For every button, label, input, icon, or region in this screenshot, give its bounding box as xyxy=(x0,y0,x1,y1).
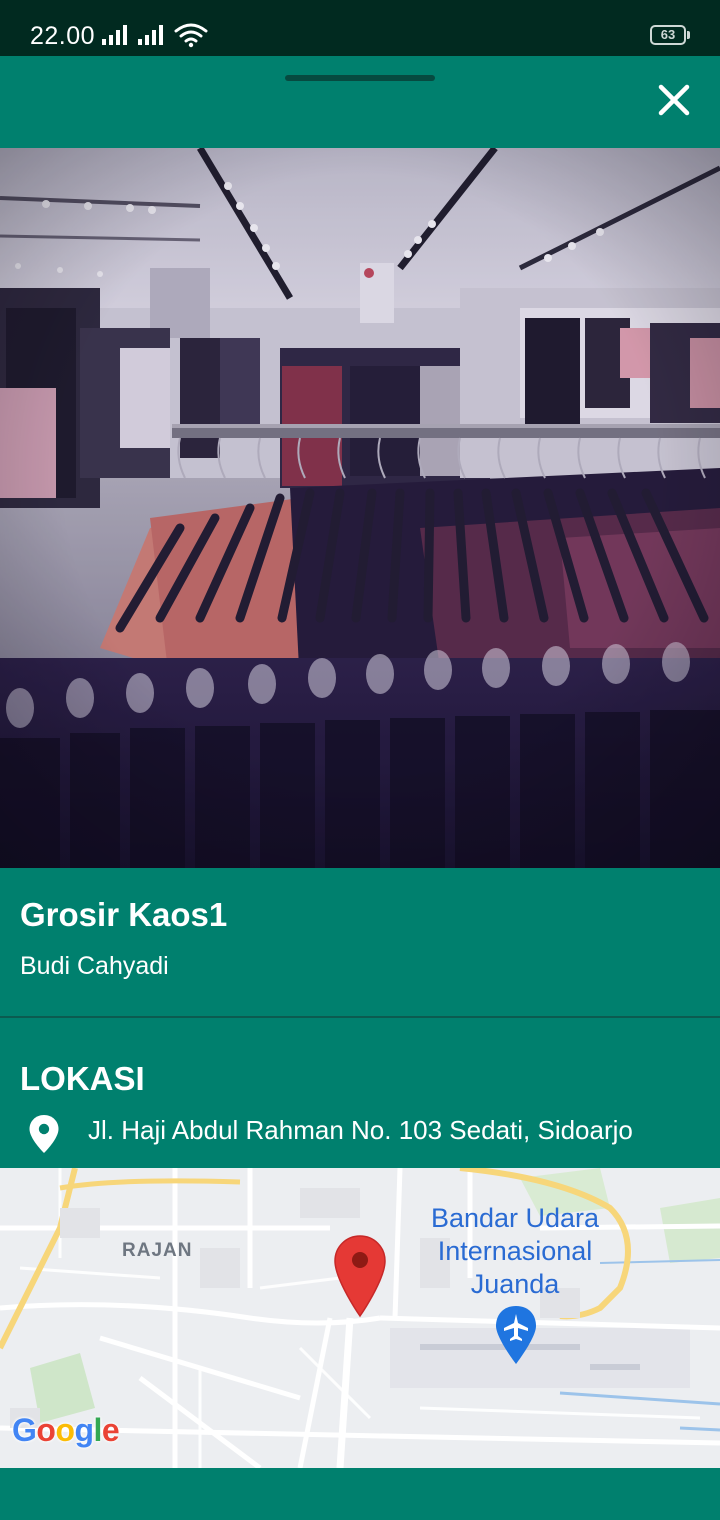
sheet-header xyxy=(0,56,720,148)
bottom-bar xyxy=(0,1468,720,1520)
signal-icon xyxy=(138,25,163,45)
location-heading: LOKASI xyxy=(20,1060,145,1097)
map-view[interactable]: RAJAN Bandar Udara Internasional Juanda … xyxy=(0,1168,720,1468)
signal-icon xyxy=(102,25,127,45)
status-time: 22.00 xyxy=(30,22,96,50)
map-airport-label: Bandar Udara Internasional Juanda xyxy=(420,1202,610,1301)
location-pin-icon xyxy=(29,1115,59,1153)
store-name: Grosir Kaos1 xyxy=(20,896,228,933)
battery-level: 63 xyxy=(660,27,676,42)
drag-handle[interactable] xyxy=(285,75,435,81)
wifi-icon xyxy=(174,23,208,48)
owner-name: Budi Cahyadi xyxy=(20,952,169,980)
map-area-label: RAJAN xyxy=(122,1240,193,1261)
airport-label-line: Juanda xyxy=(470,1269,560,1299)
airport-label-line: Bandar Udara xyxy=(430,1203,600,1233)
google-logo: Google xyxy=(12,1412,120,1448)
close-icon[interactable] xyxy=(650,76,698,124)
store-photo xyxy=(0,148,720,868)
status-bar: 22.00 63 xyxy=(0,0,720,56)
location-section: LOKASI Jl. Haji Abdul Rahman No. 103 Sed… xyxy=(0,1018,720,1168)
battery-icon: 63 xyxy=(650,25,690,45)
store-info: Grosir Kaos1 Budi Cahyadi xyxy=(0,868,720,1018)
airport-label-line: Internasional xyxy=(437,1236,593,1266)
address-text: Jl. Haji Abdul Rahman No. 103 Sedati, Si… xyxy=(88,1115,633,1145)
